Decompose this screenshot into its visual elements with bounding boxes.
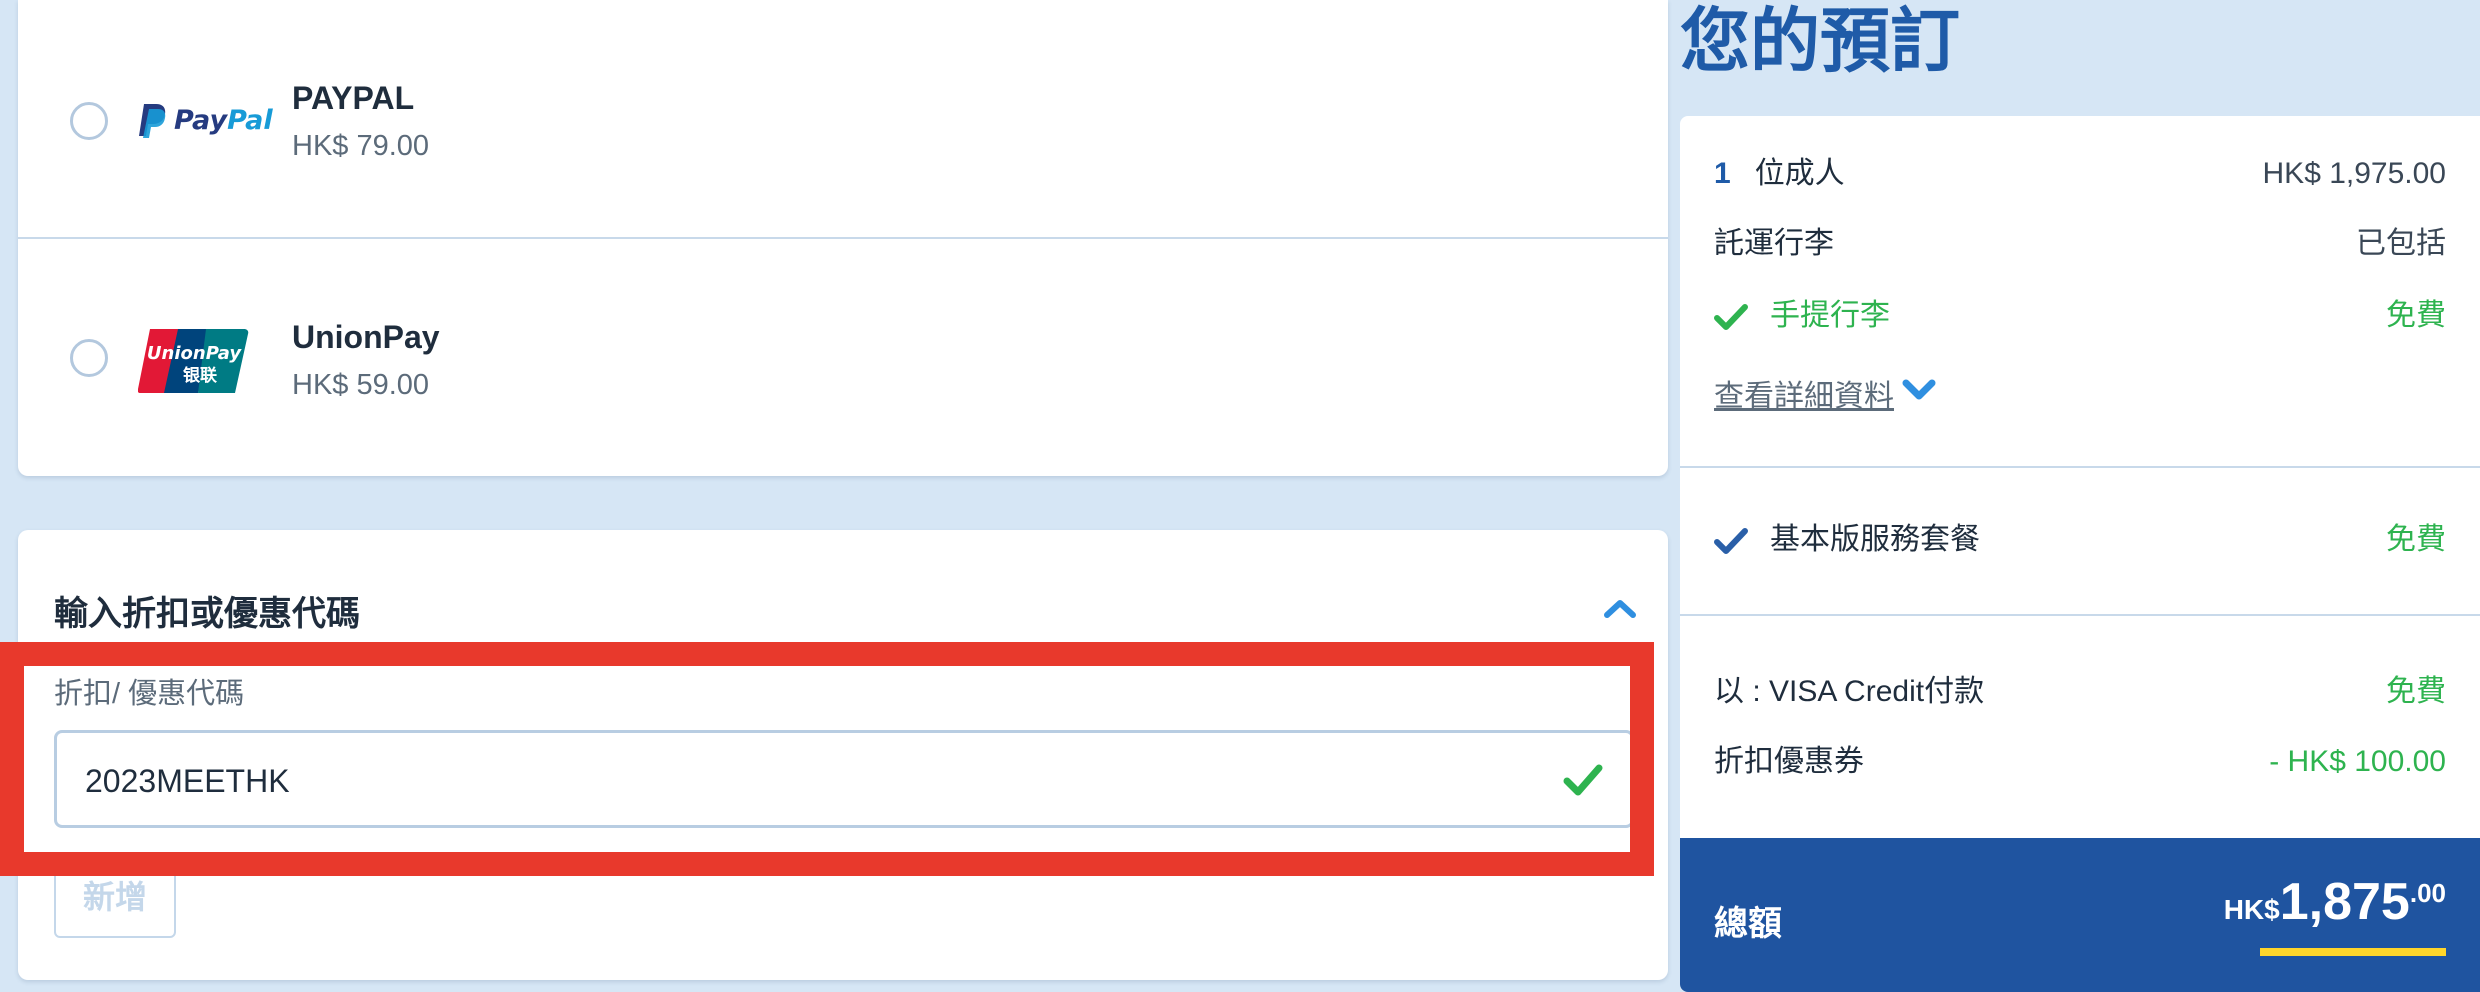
promo-field-label: 折扣/ 優惠代碼 — [54, 678, 245, 710]
paypal-name: PAYPAL — [292, 80, 415, 116]
passenger-count: 1 — [1714, 157, 1731, 190]
check-icon — [1563, 764, 1603, 796]
total-underline — [2260, 948, 2446, 956]
booking-summary-panel: 1 位成人 HK$ 1,975.00 託運行李 已包括 手提行李 免費 查看詳細資… — [1680, 116, 2480, 992]
add-promo-button[interactable]: 新增 — [54, 856, 176, 938]
payment-method-value: 免費 — [2386, 675, 2446, 708]
total-bar: 總額 HK$1,875.00 — [1680, 838, 2480, 992]
unionpay-radio[interactable] — [70, 339, 108, 377]
svg-text:银联: 银联 — [183, 365, 217, 386]
paypal-price: HK$ 79.00 — [292, 130, 430, 162]
svg-text:UnionPay: UnionPay — [147, 343, 242, 364]
summary-passengers-row: 1 位成人 HK$ 1,975.00 — [1714, 154, 2446, 194]
checked-baggage-label: 託運行李 — [1714, 227, 1834, 260]
passenger-label: 位成人 — [1754, 157, 1845, 190]
booking-summary-title: 您的預訂 — [1680, 2, 1960, 80]
divider — [1680, 466, 2480, 468]
promo-code-card: 輸入折扣或優惠代碼 折扣/ 優惠代碼 2023MEETHK 新增 — [18, 530, 1668, 980]
promo-code-input[interactable]: 2023MEETHK — [54, 730, 1634, 828]
summary-discount-row: 折扣優惠券 - HK$ 100.00 — [1714, 742, 2446, 782]
promo-code-value[interactable]: 2023MEETHK — [85, 763, 290, 800]
total-amount: HK$1,875.00 — [2224, 872, 2446, 932]
summary-payment-row: 以 : VISA Credit付款 免費 — [1714, 672, 2446, 712]
summary-service-package-row: 基本版服務套餐 免費 — [1714, 520, 2446, 560]
discount-value: - HK$ 100.00 — [2269, 745, 2446, 778]
payment-option-paypal[interactable]: PayPal PAYPAL HK$ 79.00 — [18, 0, 1668, 239]
carry-on-value: 免費 — [2386, 299, 2446, 332]
payment-option-unionpay[interactable]: UnionPay 银联 UnionPay HK$ 59.00 — [18, 239, 1668, 476]
divider — [1680, 614, 2480, 616]
checked-baggage-value: 已包括 — [2356, 227, 2446, 260]
promo-title[interactable]: 輸入折扣或優惠代碼 — [54, 586, 360, 635]
discount-label: 折扣優惠券 — [1714, 745, 1864, 778]
paypal-icon: PayPal — [138, 100, 280, 145]
view-details-link[interactable]: 查看詳細資料 — [1714, 371, 1894, 415]
summary-checked-baggage-row: 託運行李 已包括 — [1714, 224, 2446, 264]
service-package-value: 免費 — [2386, 523, 2446, 556]
total-decimals: .00 — [2409, 878, 2446, 908]
payment-methods-card: PayPal PAYPAL HK$ 79.00 UnionPay 银联 Unio… — [18, 0, 1668, 476]
service-package-label: 基本版服務套餐 — [1770, 523, 1980, 556]
total-currency: HK$ — [2223, 894, 2280, 925]
paypal-radio[interactable] — [70, 102, 108, 140]
unionpay-icon: UnionPay 银联 — [137, 325, 250, 402]
chevron-down-icon[interactable] — [1902, 377, 1936, 403]
total-value: 1,875 — [2279, 873, 2410, 931]
unionpay-name: UnionPay — [292, 319, 440, 355]
total-label: 總額 — [1714, 905, 1782, 943]
carry-on-label: 手提行李 — [1770, 299, 1890, 332]
passenger-price: HK$ 1,975.00 — [2262, 157, 2446, 190]
check-icon — [1714, 528, 1748, 555]
chevron-up-icon[interactable] — [1602, 596, 1638, 620]
check-icon — [1714, 304, 1748, 331]
unionpay-price: HK$ 59.00 — [292, 369, 430, 401]
payment-method-label: 以 : VISA Credit付款 — [1714, 675, 1985, 708]
summary-carry-on-row: 手提行李 免費 — [1714, 296, 2446, 336]
svg-text:PayPal: PayPal — [174, 105, 273, 136]
